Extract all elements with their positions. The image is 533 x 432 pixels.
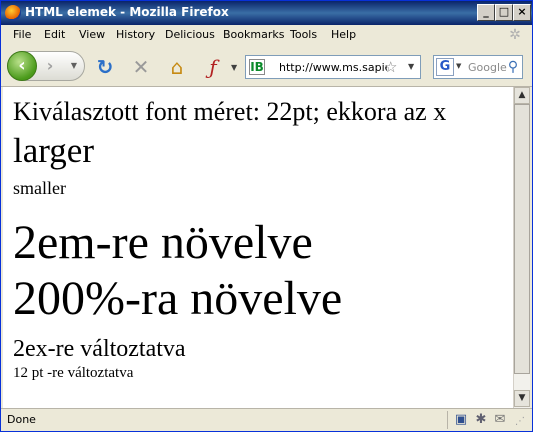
text-line-larger: larger: [13, 131, 94, 170]
url-bar[interactable]: IB http://www.ms.sapientia.ro/~manyi/tea…: [245, 55, 421, 79]
site-favicon-icon: IB: [249, 59, 265, 75]
menu-edit[interactable]: Edit: [44, 28, 65, 41]
text-line-200-percent: 200%-ra növelve: [13, 272, 343, 325]
status-bar: Done ▣ ✱ ✉ ⋰: [1, 408, 532, 431]
scroll-down-arrow-icon[interactable]: ▼: [514, 390, 530, 407]
flash-blocker-icon[interactable]: ƒ: [201, 55, 225, 79]
browser-window: HTML elemek - Mozilla Firefox _ □ × File…: [0, 0, 533, 432]
status-addon-icon[interactable]: ▣: [453, 412, 469, 428]
menu-bookmarks[interactable]: Bookmarks: [223, 28, 284, 41]
menu-delicious[interactable]: Delicious: [165, 28, 215, 41]
search-engine-icon[interactable]: G: [436, 58, 454, 76]
activity-throbber-icon: ✲: [509, 27, 521, 43]
text-line-2ex: 2ex-re változtatva: [13, 336, 186, 362]
vertical-scrollbar[interactable]: ▲ ▼: [513, 87, 530, 408]
close-button[interactable]: ×: [513, 4, 531, 21]
text-line-base-size: Kiválasztott font méret: 22pt; ekkora az…: [13, 97, 447, 126]
url-input[interactable]: http://www.ms.sapientia.ro/~manyi/teachi…: [279, 61, 387, 74]
search-bar[interactable]: G ▼ Google ⚲: [433, 55, 523, 79]
status-gear-icon[interactable]: ✱: [473, 412, 489, 428]
maximize-button[interactable]: □: [495, 4, 513, 21]
back-arrow-icon[interactable]: ‹: [7, 51, 37, 81]
search-icon[interactable]: ⚲: [505, 58, 521, 76]
resize-grip-icon[interactable]: ⋰: [515, 415, 529, 429]
page-content: Kiválasztott font méret: 22pt; ekkora az…: [3, 87, 513, 408]
forward-arrow-icon[interactable]: ›: [39, 57, 61, 75]
search-input[interactable]: Google: [468, 61, 507, 74]
status-text: Done: [7, 413, 36, 426]
text-line-12pt: 12 pt -re változtatva: [13, 365, 134, 381]
scroll-thumb[interactable]: [514, 104, 530, 374]
menu-file[interactable]: File: [13, 28, 31, 41]
menu-history[interactable]: History: [116, 28, 155, 41]
history-dropdown-icon[interactable]: ▼: [69, 59, 79, 73]
home-icon[interactable]: ⌂: [165, 55, 189, 79]
firefox-logo-icon: [5, 5, 21, 21]
text-line-smaller: smaller: [13, 178, 66, 198]
bookmark-star-icon[interactable]: ☆: [384, 58, 397, 76]
menu-bar: File Edit View History Delicious Bookmar…: [1, 25, 532, 45]
search-engine-dropdown-icon[interactable]: ▼: [456, 62, 461, 70]
window-title: HTML elemek - Mozilla Firefox: [25, 5, 229, 19]
menu-view[interactable]: View: [79, 28, 105, 41]
flash-dropdown-icon[interactable]: ▼: [231, 63, 237, 72]
minimize-button[interactable]: _: [477, 4, 495, 21]
stop-icon[interactable]: ✕: [129, 55, 153, 79]
status-divider: [447, 411, 448, 429]
text-line-2em: 2em-re növelve: [13, 216, 313, 269]
url-dropdown-icon[interactable]: ▼: [408, 60, 414, 74]
navigation-toolbar: ‹ › ▼ ↻ ✕ ⌂ ƒ ▼ IB http://www.ms.sapient…: [1, 45, 532, 87]
menu-help[interactable]: Help: [331, 28, 356, 41]
title-bar[interactable]: HTML elemek - Mozilla Firefox _ □ ×: [1, 1, 532, 25]
menu-tools[interactable]: Tools: [290, 28, 317, 41]
scroll-up-arrow-icon[interactable]: ▲: [514, 87, 530, 104]
reload-icon[interactable]: ↻: [93, 55, 117, 79]
status-mail-icon[interactable]: ✉: [492, 412, 508, 428]
